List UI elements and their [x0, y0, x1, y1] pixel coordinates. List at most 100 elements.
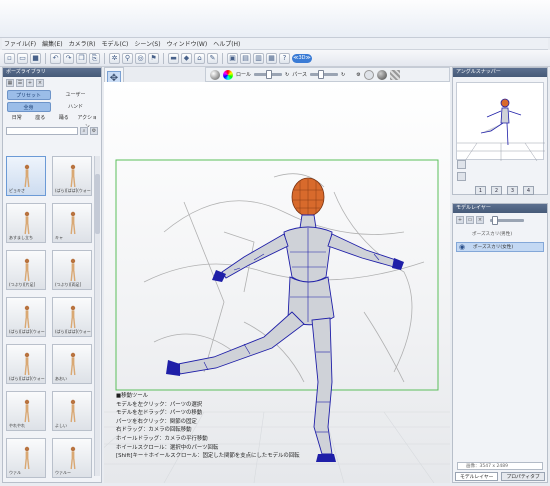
settings-icon[interactable]: ⚙ — [90, 127, 98, 135]
tab-dance[interactable]: 踊る — [53, 114, 75, 123]
view-b-icon[interactable]: ▤ — [240, 52, 251, 64]
library-search-input[interactable] — [6, 127, 78, 135]
menu-file[interactable]: ファイル(F) — [2, 39, 38, 48]
color-wheel-icon[interactable] — [223, 69, 233, 80]
layer-delete-icon[interactable]: × — [476, 216, 484, 224]
angle-button-3[interactable]: 3 — [507, 186, 518, 195]
pose-thumbnail[interactable]: よしい — [52, 391, 92, 431]
model-right-arm[interactable] — [327, 233, 397, 268]
palette-icon[interactable]: ◆ — [181, 52, 192, 64]
pose-thumbnail[interactable]: (ぱら)[ぱぱ](ウォー — [6, 297, 46, 337]
model-neck[interactable] — [299, 214, 317, 229]
library-add-icon[interactable]: + — [26, 79, 34, 87]
pose-thumbnail[interactable]: (つぶり)[片足] — [6, 250, 46, 290]
light-icon[interactable]: ✲ — [109, 52, 120, 64]
perspective-slider-knob[interactable] — [317, 70, 324, 79]
model-left-leg[interactable] — [177, 311, 305, 375]
lighting-ball-icon[interactable] — [210, 69, 220, 80]
copy-icon[interactable]: ❐ — [76, 52, 87, 64]
ruler-icon[interactable]: ▬ — [168, 52, 179, 64]
measure-icon[interactable]: ⌂ — [194, 52, 205, 64]
pose-thumbnail[interactable]: (つぶり)[両足] — [52, 250, 92, 290]
tab-daily[interactable]: 日常 — [6, 114, 28, 123]
joint-icon[interactable]: ⚲ — [122, 52, 133, 64]
library-view-icon[interactable]: ▦ — [6, 79, 14, 87]
pen-icon[interactable]: ✎ — [207, 52, 218, 64]
pose-thumbnail[interactable]: ウァル — [6, 438, 46, 478]
library-list-icon[interactable]: ☰ — [16, 79, 24, 87]
3d-viewport[interactable]: ■移動ツール モデルを左クリック：パーツの選択 モデルを左ドラッグ：パーツの移動… — [104, 82, 450, 483]
angle-button-4[interactable]: 4 — [523, 186, 534, 195]
menu-edit[interactable]: 編集(E) — [40, 39, 64, 48]
view-c-icon[interactable]: ▥ — [253, 52, 264, 64]
tab-full-body[interactable]: 全身 — [6, 102, 51, 112]
library-delete-icon[interactable]: × — [36, 79, 44, 87]
pose-thumbnail[interactable]: (ぱら)[ぱぱ](ウォー — [6, 344, 46, 384]
help-line: ■移動ツール — [116, 393, 149, 399]
pose-thumbnail[interactable]: ピョキさ — [6, 156, 46, 196]
reset-perspective-icon[interactable]: ↻ — [341, 72, 345, 78]
library-scrollbar-thumb[interactable] — [95, 174, 100, 234]
angle-button-1[interactable]: 1 — [475, 186, 486, 195]
reset-roll-icon[interactable]: ↻ — [285, 72, 289, 78]
render-mode-c-icon[interactable] — [389, 69, 400, 80]
tab-preset[interactable]: プリセット — [6, 90, 51, 100]
open-file-icon[interactable]: ▭ — [17, 52, 28, 64]
tab-property[interactable]: プロパティタブ — [501, 472, 545, 481]
layer-add-icon[interactable]: + — [456, 216, 464, 224]
menu-model[interactable]: モデル(C) — [99, 39, 130, 48]
pose-thumbnail[interactable]: (ぱら)[ぱぱ](ウォー — [52, 297, 92, 337]
help-icon[interactable]: ? — [279, 52, 290, 64]
render-mode-a-icon[interactable] — [363, 69, 374, 80]
render-mode-b-icon[interactable] — [376, 69, 387, 80]
angle-preview[interactable] — [456, 82, 545, 162]
perspective-slider[interactable] — [309, 70, 338, 79]
tab-action[interactable]: アクション — [76, 114, 98, 130]
redo-icon[interactable]: ↷ — [63, 52, 74, 64]
menu-window[interactable]: ウィンドウ(W) — [165, 39, 210, 48]
camera-reset-icon[interactable] — [457, 172, 466, 181]
undo-icon[interactable]: ↶ — [50, 52, 61, 64]
gear-icon[interactable]: ⚙ — [356, 72, 360, 78]
3d-mode-pill[interactable]: ≪3D≫ — [292, 53, 312, 63]
menu-scene[interactable]: シーン(S) — [132, 39, 162, 48]
view-d-icon[interactable]: ▦ — [266, 52, 277, 64]
menu-camera[interactable]: カメラ(R) — [67, 39, 98, 48]
menu-help[interactable]: ヘルプ(H) — [211, 39, 242, 48]
view-a-icon[interactable]: ▣ — [227, 52, 238, 64]
camera-snap-icon[interactable] — [457, 160, 466, 169]
pose-thumbnail[interactable]: あおい — [52, 344, 92, 384]
pose-thumbnail[interactable]: (ばら)[ぱぱ](ウォー — [52, 156, 92, 196]
tab-user[interactable]: ユーザー — [54, 90, 98, 100]
roll-slider[interactable] — [254, 70, 283, 79]
save-icon[interactable]: ■ — [30, 52, 41, 64]
layer-folder-icon[interactable]: ▭ — [466, 216, 474, 224]
library-scrollbar[interactable] — [94, 156, 100, 476]
pose-thumbnail[interactable]: ウァルー — [52, 438, 92, 478]
model-left-arm[interactable] — [221, 233, 289, 279]
library-subtab-row-1: 全身 ハンド — [3, 101, 101, 113]
target-icon[interactable]: ◎ — [135, 52, 146, 64]
model-right-leg[interactable] — [311, 317, 333, 455]
layer-item-male[interactable]: ポーズスカリ(男性) — [456, 230, 544, 240]
roll-slider-knob[interactable] — [266, 70, 273, 79]
search-icon[interactable]: ⌕ — [80, 127, 88, 135]
new-file-icon[interactable]: ▫ — [4, 52, 15, 64]
pose-thumbnail[interactable]: やれやれ — [6, 391, 46, 431]
pin-icon[interactable]: ⚑ — [148, 52, 159, 64]
pose-label: キャ — [55, 235, 63, 240]
pose-thumbnail[interactable]: キャ — [52, 203, 92, 243]
layer-opacity-slider[interactable] — [490, 215, 524, 225]
layer-opacity-knob[interactable] — [492, 215, 498, 225]
help-line: ホイールスクロール：選択中のパーツ回転 — [116, 444, 219, 451]
tab-hand[interactable]: ハンド — [54, 102, 98, 112]
eye-icon[interactable]: ◉ — [459, 243, 465, 251]
layer-item-female[interactable]: ポーズスカリ(女性) — [456, 242, 544, 252]
pose-thumbnail[interactable]: あすまし立ち — [6, 203, 46, 243]
model-left-foot[interactable] — [166, 360, 180, 376]
tab-model-layer[interactable]: モデルレイヤー — [455, 472, 499, 481]
paste-icon[interactable]: ⎘ — [89, 52, 100, 64]
angle-button-2[interactable]: 2 — [491, 186, 502, 195]
model-right-foot[interactable] — [316, 454, 336, 462]
tab-sit[interactable]: 座る — [29, 114, 51, 123]
